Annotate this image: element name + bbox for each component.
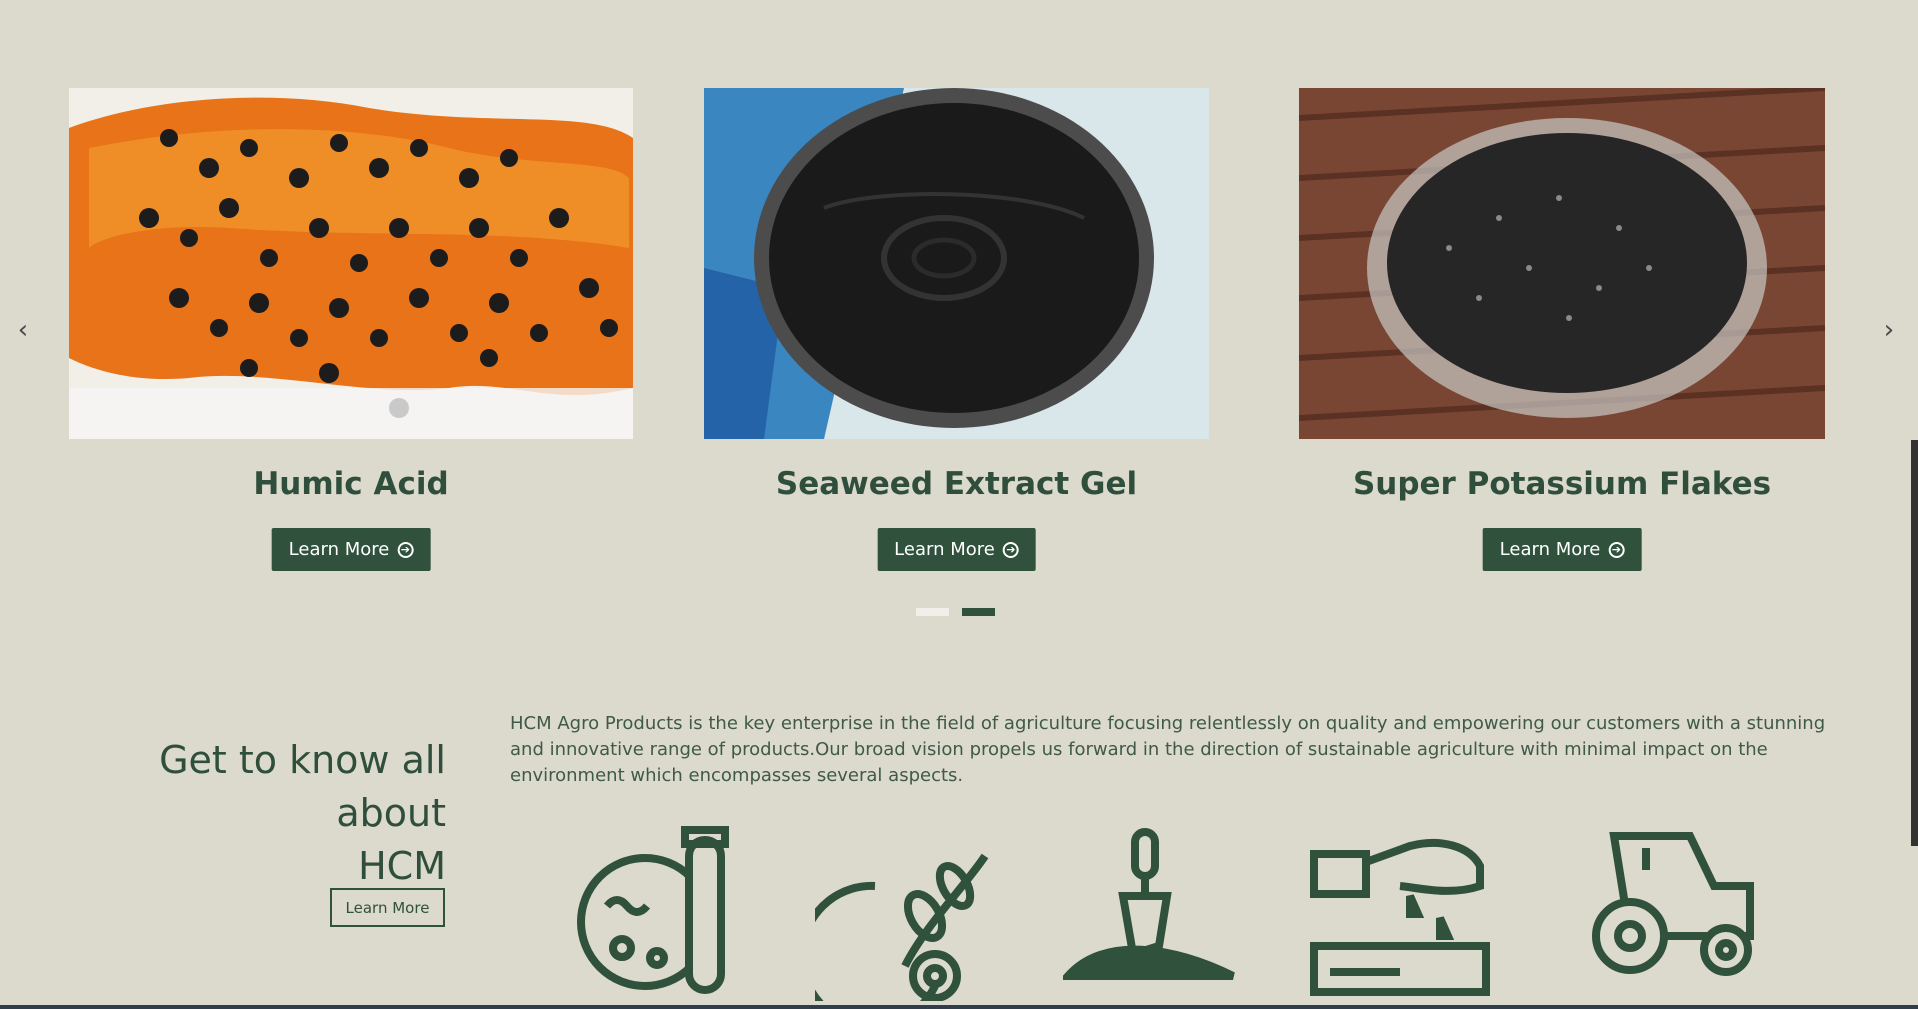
- button-label: Learn More: [288, 539, 390, 560]
- product-title: Seaweed Extract Gel: [775, 466, 1138, 502]
- product-title: Super Potassium Flakes: [1352, 466, 1772, 502]
- pagination-dot-1[interactable]: [916, 608, 949, 616]
- tractor-icon: [1590, 826, 1770, 986]
- about-learn-more-button[interactable]: Learn More: [330, 888, 445, 927]
- product-image-super-potassium-flakes[interactable]: [1299, 88, 1825, 439]
- about-description: HCM Agro Products is the key enterprise …: [510, 713, 1826, 786]
- arrow-right-circle-icon: ➔: [397, 541, 414, 558]
- hand-fertilizer-icon: [1310, 826, 1490, 996]
- about-heading-line2: HCM: [358, 844, 446, 888]
- scrollbar-thumb[interactable]: [1911, 440, 1918, 846]
- learn-more-button[interactable]: Learn More ➔: [271, 528, 431, 571]
- learn-more-button[interactable]: Learn More ➔: [877, 528, 1036, 571]
- trowel-soil-icon: [1063, 826, 1238, 981]
- about-heading-line1: Get to know all about: [159, 738, 446, 835]
- product-image-seaweed-extract-gel[interactable]: [704, 88, 1209, 439]
- wheat-gear-icon: [815, 826, 995, 1001]
- product-image-humic-acid[interactable]: [69, 88, 633, 439]
- learn-more-button[interactable]: Learn More ➔: [1482, 528, 1642, 571]
- arrow-right-circle-icon: ➔: [1608, 541, 1625, 558]
- pagination-dot-2[interactable]: [962, 608, 995, 616]
- petri-dish-test-tube-icon: [567, 826, 737, 1001]
- product-carousel: ‹ › Humic Acid Learn More ➔ Seaweed Extr…: [0, 0, 1918, 640]
- product-card: Super Potassium Flakes Learn More ➔: [1299, 88, 1825, 571]
- product-card: Seaweed Extract Gel Learn More ➔: [704, 88, 1209, 571]
- about-heading: Get to know all about HCM: [40, 734, 446, 893]
- page-scrollbar[interactable]: [1910, 0, 1918, 1009]
- chevron-left-icon[interactable]: ‹: [10, 317, 36, 343]
- button-label: Learn More: [894, 539, 995, 560]
- carousel-pagination: [916, 608, 995, 616]
- product-title: Humic Acid: [253, 466, 449, 502]
- bottom-edge-bar: [0, 1005, 1918, 1009]
- product-card: Humic Acid Learn More ➔: [69, 88, 633, 571]
- chevron-right-icon[interactable]: ›: [1876, 317, 1902, 343]
- button-label: Learn More: [1499, 539, 1601, 560]
- arrow-right-circle-icon: ➔: [1002, 541, 1019, 558]
